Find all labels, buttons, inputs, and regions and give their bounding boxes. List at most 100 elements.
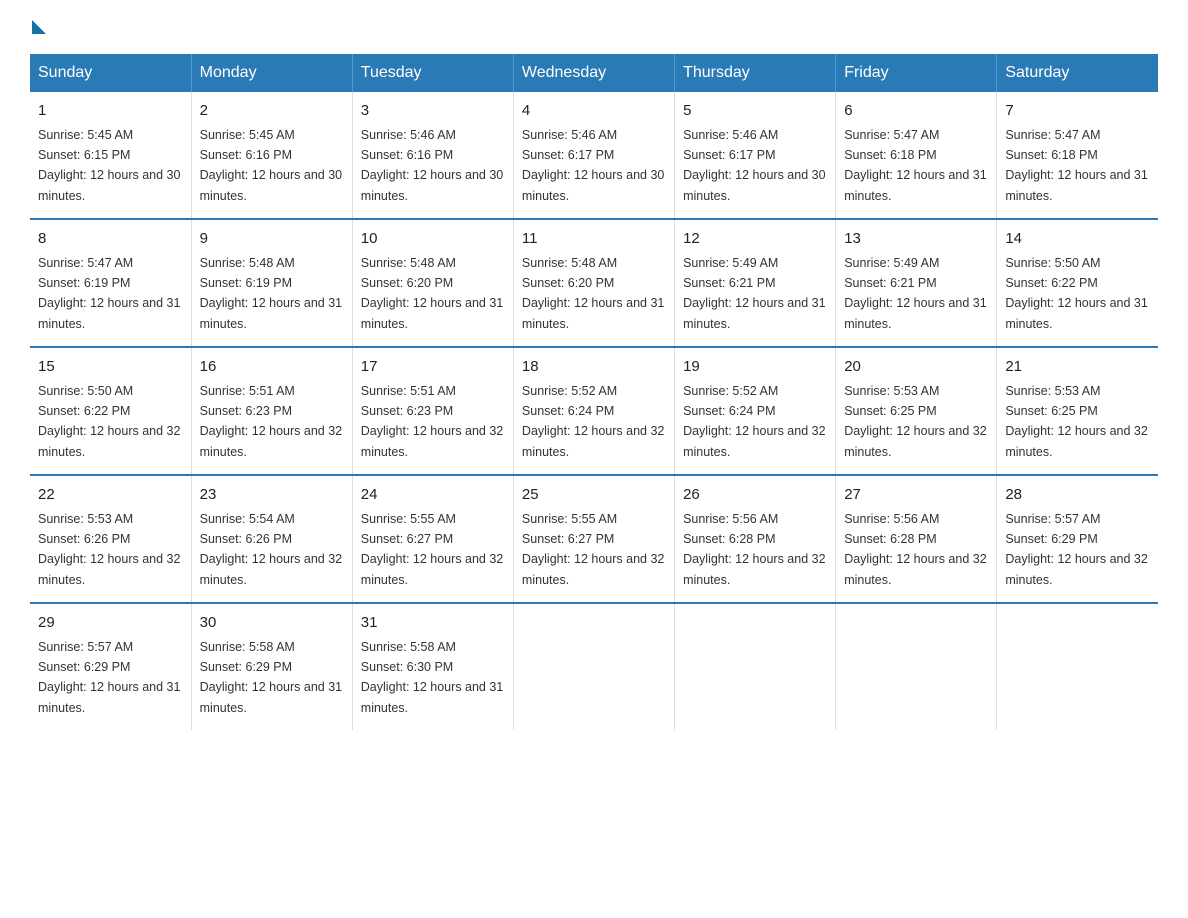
day-number: 11 <box>522 228 666 251</box>
day-number: 14 <box>1005 228 1150 251</box>
header-monday: Monday <box>191 54 352 92</box>
day-cell: 10Sunrise: 5:48 AMSunset: 6:20 PMDayligh… <box>352 219 513 347</box>
day-cell: 17 Sunrise: 5:51 AMSunset: 6:23 PMDayligh… <box>352 347 513 475</box>
day-info: Sunrise: 5:45 AMSunset: 6:15 PMDaylight:… <box>38 128 180 203</box>
day-info: Sunrise: 5:55 AMSunset: 6:27 PMDaylight:… <box>522 512 664 587</box>
day-cell: 20Sunrise: 5:53 AMSunset: 6:25 PMDayligh… <box>836 347 997 475</box>
header-sunday: Sunday <box>30 54 191 92</box>
day-cell: 12Sunrise: 5:49 AMSunset: 6:21 PMDayligh… <box>675 219 836 347</box>
day-number: 31 <box>361 612 505 635</box>
calendar-header: SundayMondayTuesdayWednesdayThursdayFrid… <box>30 54 1158 92</box>
day-cell: 5 Sunrise: 5:46 AMSunset: 6:17 PMDaylight… <box>675 92 836 219</box>
day-cell: 22 Sunrise: 5:53 AMSunset: 6:26 PMDayligh… <box>30 475 191 603</box>
day-info: Sunrise: 5:58 AMSunset: 6:30 PMDaylight:… <box>361 640 503 715</box>
day-cell: 27Sunrise: 5:56 AMSunset: 6:28 PMDayligh… <box>836 475 997 603</box>
day-number: 19 <box>683 356 827 379</box>
day-number: 20 <box>844 356 988 379</box>
day-info: Sunrise: 5:50 AMSunset: 6:22 PMDaylight:… <box>1005 256 1147 331</box>
day-info: Sunrise: 5:48 AMSunset: 6:20 PMDaylight:… <box>361 256 503 331</box>
logo <box>30 20 48 34</box>
day-number: 29 <box>38 612 183 635</box>
day-number: 9 <box>200 228 344 251</box>
day-cell: 15 Sunrise: 5:50 AMSunset: 6:22 PMDayligh… <box>30 347 191 475</box>
header-tuesday: Tuesday <box>352 54 513 92</box>
day-cell: 7 Sunrise: 5:47 AMSunset: 6:18 PMDaylight… <box>997 92 1158 219</box>
day-cell: 8 Sunrise: 5:47 AMSunset: 6:19 PMDaylight… <box>30 219 191 347</box>
day-cell: 28 Sunrise: 5:57 AMSunset: 6:29 PMDayligh… <box>997 475 1158 603</box>
calendar-body: 1 Sunrise: 5:45 AMSunset: 6:15 PMDaylight… <box>30 92 1158 730</box>
day-info: Sunrise: 5:52 AMSunset: 6:24 PMDaylight:… <box>683 384 825 459</box>
day-cell: 26 Sunrise: 5:56 AMSunset: 6:28 PMDayligh… <box>675 475 836 603</box>
day-info: Sunrise: 5:48 AMSunset: 6:20 PMDaylight:… <box>522 256 664 331</box>
day-cell: 2Sunrise: 5:45 AMSunset: 6:16 PMDaylight… <box>191 92 352 219</box>
calendar-table: SundayMondayTuesdayWednesdayThursdayFrid… <box>30 54 1158 730</box>
header-row: SundayMondayTuesdayWednesdayThursdayFrid… <box>30 54 1158 92</box>
day-info: Sunrise: 5:47 AMSunset: 6:18 PMDaylight:… <box>1005 128 1147 203</box>
day-number: 21 <box>1005 356 1150 379</box>
day-number: 7 <box>1005 100 1150 123</box>
day-number: 23 <box>200 484 344 507</box>
week-row-2: 8 Sunrise: 5:47 AMSunset: 6:19 PMDaylight… <box>30 219 1158 347</box>
day-cell: 24 Sunrise: 5:55 AMSunset: 6:27 PMDayligh… <box>352 475 513 603</box>
day-info: Sunrise: 5:58 AMSunset: 6:29 PMDaylight:… <box>200 640 342 715</box>
day-number: 2 <box>200 100 344 123</box>
day-number: 5 <box>683 100 827 123</box>
day-number: 17 <box>361 356 505 379</box>
week-row-4: 22 Sunrise: 5:53 AMSunset: 6:26 PMDayligh… <box>30 475 1158 603</box>
day-cell <box>836 603 997 730</box>
day-info: Sunrise: 5:55 AMSunset: 6:27 PMDaylight:… <box>361 512 503 587</box>
day-info: Sunrise: 5:46 AMSunset: 6:17 PMDaylight:… <box>522 128 664 203</box>
day-number: 24 <box>361 484 505 507</box>
day-number: 26 <box>683 484 827 507</box>
day-cell: 11 Sunrise: 5:48 AMSunset: 6:20 PMDayligh… <box>513 219 674 347</box>
day-info: Sunrise: 5:57 AMSunset: 6:29 PMDaylight:… <box>1005 512 1147 587</box>
day-number: 30 <box>200 612 344 635</box>
day-cell: 6 Sunrise: 5:47 AMSunset: 6:18 PMDaylight… <box>836 92 997 219</box>
day-cell: 13 Sunrise: 5:49 AMSunset: 6:21 PMDayligh… <box>836 219 997 347</box>
day-info: Sunrise: 5:56 AMSunset: 6:28 PMDaylight:… <box>844 512 986 587</box>
day-number: 28 <box>1005 484 1150 507</box>
day-info: Sunrise: 5:54 AMSunset: 6:26 PMDaylight:… <box>200 512 342 587</box>
day-number: 12 <box>683 228 827 251</box>
logo-arrow-icon <box>32 20 46 34</box>
header-thursday: Thursday <box>675 54 836 92</box>
day-info: Sunrise: 5:53 AMSunset: 6:26 PMDaylight:… <box>38 512 180 587</box>
day-info: Sunrise: 5:51 AMSunset: 6:23 PMDaylight:… <box>361 384 503 459</box>
day-number: 4 <box>522 100 666 123</box>
header-friday: Friday <box>836 54 997 92</box>
day-info: Sunrise: 5:47 AMSunset: 6:19 PMDaylight:… <box>38 256 180 331</box>
day-info: Sunrise: 5:48 AMSunset: 6:19 PMDaylight:… <box>200 256 342 331</box>
day-info: Sunrise: 5:51 AMSunset: 6:23 PMDaylight:… <box>200 384 342 459</box>
day-info: Sunrise: 5:57 AMSunset: 6:29 PMDaylight:… <box>38 640 180 715</box>
week-row-5: 29 Sunrise: 5:57 AMSunset: 6:29 PMDayligh… <box>30 603 1158 730</box>
day-cell: 18Sunrise: 5:52 AMSunset: 6:24 PMDayligh… <box>513 347 674 475</box>
day-info: Sunrise: 5:56 AMSunset: 6:28 PMDaylight:… <box>683 512 825 587</box>
day-cell: 31 Sunrise: 5:58 AMSunset: 6:30 PMDayligh… <box>352 603 513 730</box>
day-info: Sunrise: 5:50 AMSunset: 6:22 PMDaylight:… <box>38 384 180 459</box>
day-cell: 9 Sunrise: 5:48 AMSunset: 6:19 PMDaylight… <box>191 219 352 347</box>
day-info: Sunrise: 5:49 AMSunset: 6:21 PMDaylight:… <box>844 256 986 331</box>
day-number: 15 <box>38 356 183 379</box>
day-cell: 14 Sunrise: 5:50 AMSunset: 6:22 PMDayligh… <box>997 219 1158 347</box>
day-number: 1 <box>38 100 183 123</box>
day-info: Sunrise: 5:47 AMSunset: 6:18 PMDaylight:… <box>844 128 986 203</box>
day-cell: 16 Sunrise: 5:51 AMSunset: 6:23 PMDayligh… <box>191 347 352 475</box>
day-cell: 19 Sunrise: 5:52 AMSunset: 6:24 PMDayligh… <box>675 347 836 475</box>
header-wednesday: Wednesday <box>513 54 674 92</box>
header-saturday: Saturday <box>997 54 1158 92</box>
day-number: 18 <box>522 356 666 379</box>
day-number: 16 <box>200 356 344 379</box>
day-number: 3 <box>361 100 505 123</box>
day-number: 13 <box>844 228 988 251</box>
day-cell: 1 Sunrise: 5:45 AMSunset: 6:15 PMDaylight… <box>30 92 191 219</box>
day-number: 6 <box>844 100 988 123</box>
day-cell: 3Sunrise: 5:46 AMSunset: 6:16 PMDaylight… <box>352 92 513 219</box>
day-number: 25 <box>522 484 666 507</box>
day-cell <box>997 603 1158 730</box>
page-header <box>30 20 1158 34</box>
day-number: 8 <box>38 228 183 251</box>
day-cell <box>513 603 674 730</box>
week-row-3: 15 Sunrise: 5:50 AMSunset: 6:22 PMDayligh… <box>30 347 1158 475</box>
day-number: 22 <box>38 484 183 507</box>
day-info: Sunrise: 5:46 AMSunset: 6:17 PMDaylight:… <box>683 128 825 203</box>
